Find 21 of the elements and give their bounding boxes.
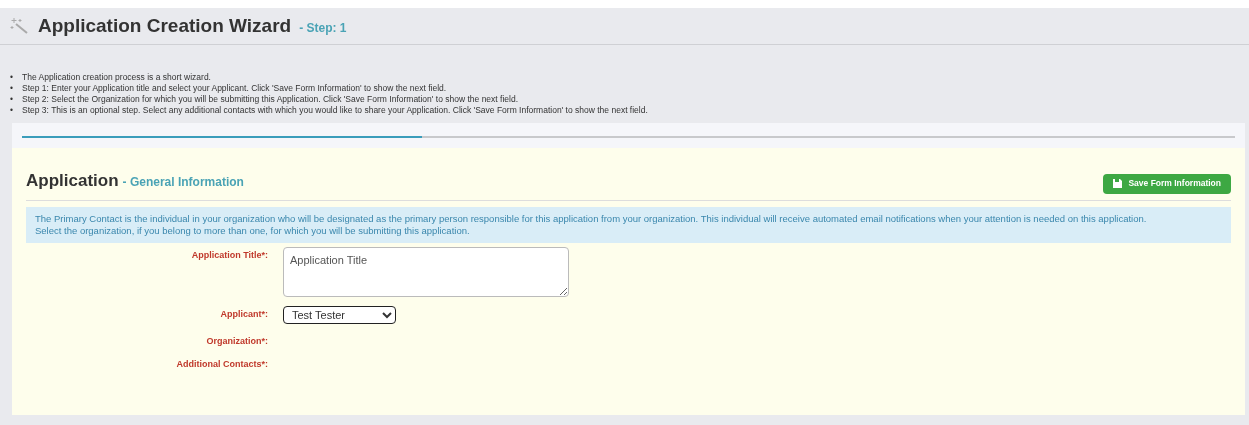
info-text: Select the organization, if you belong to more than one, for which you will be submitting this application. — [35, 224, 471, 237]
section-title: Application — [26, 170, 119, 192]
wizard-title: Application Creation Wizard — [38, 13, 292, 38]
field-label: Applicant*: — [219, 307, 268, 320]
bullet: • — [10, 83, 14, 94]
bullet: • — [10, 105, 14, 116]
instruction-item: Step 2: Select the Organization for which you will be submitting this Application. Click 'Save Form Information' to show the next field. — [22, 94, 518, 105]
info-text: The Primary Contact is the individual in your organization who will be designated as the primary person responsible for this application from your organization. This individual will receive automated email notifications when your attention is needed on this application. — [35, 212, 1148, 225]
step-label: - Step: 1 — [299, 20, 347, 37]
applicant-dropdown[interactable]: Test Tester — [283, 305, 396, 324]
bullet: • — [10, 72, 14, 83]
instruction-item: The Application creation process is a short wizard. — [22, 72, 211, 83]
magic-wand-icon — [10, 17, 30, 35]
field-label: Organization*: — [205, 334, 268, 347]
instruction-item: Step 3: This is an optional step. Select any additional contacts with which you would like to share your Application. Click 'Save Form Information' to show the next field. — [22, 105, 648, 116]
application-title-field[interactable]: Application Title — [283, 246, 569, 297]
instruction-item: Step 1: Enter your Application title and select your Applicant. Click 'Save Form Information' to show the next field. — [22, 83, 447, 94]
bullet: • — [10, 94, 14, 105]
section-subtitle: - General Information — [122, 174, 244, 191]
field-label: Application Title*: — [190, 248, 268, 261]
field-label: Additional Contacts*: — [175, 357, 268, 370]
